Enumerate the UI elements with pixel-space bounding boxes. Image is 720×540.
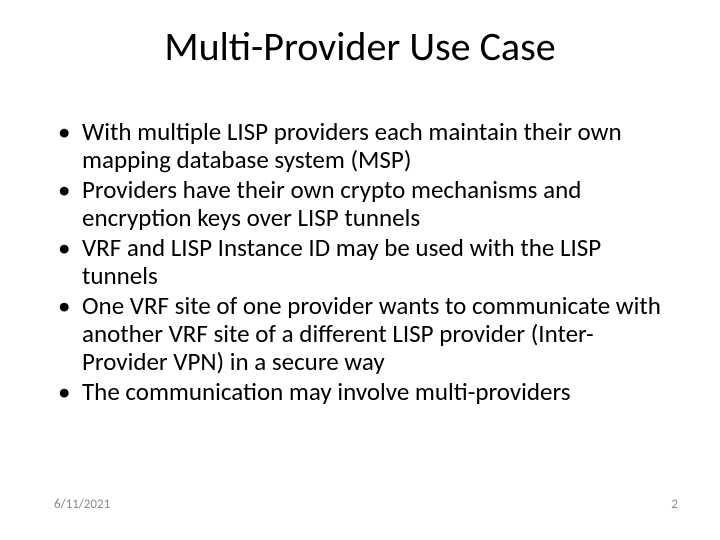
slide: Multi-Provider Use Case With multiple LI… <box>0 0 720 540</box>
slide-title: Multi-Provider Use Case <box>0 22 720 71</box>
bullet-item: One VRF site of one provider wants to co… <box>54 292 666 376</box>
bullet-item: Providers have their own crypto mechanis… <box>54 176 666 232</box>
slide-body: With multiple LISP providers each mainta… <box>54 118 666 408</box>
footer-page-number: 2 <box>671 497 678 512</box>
bullet-item: The communication may involve multi-prov… <box>54 378 666 406</box>
footer-date: 6/11/2021 <box>54 497 110 512</box>
bullet-item: With multiple LISP providers each mainta… <box>54 118 666 174</box>
bullet-item: VRF and LISP Instance ID may be used wit… <box>54 234 666 290</box>
bullet-list: With multiple LISP providers each mainta… <box>54 118 666 406</box>
